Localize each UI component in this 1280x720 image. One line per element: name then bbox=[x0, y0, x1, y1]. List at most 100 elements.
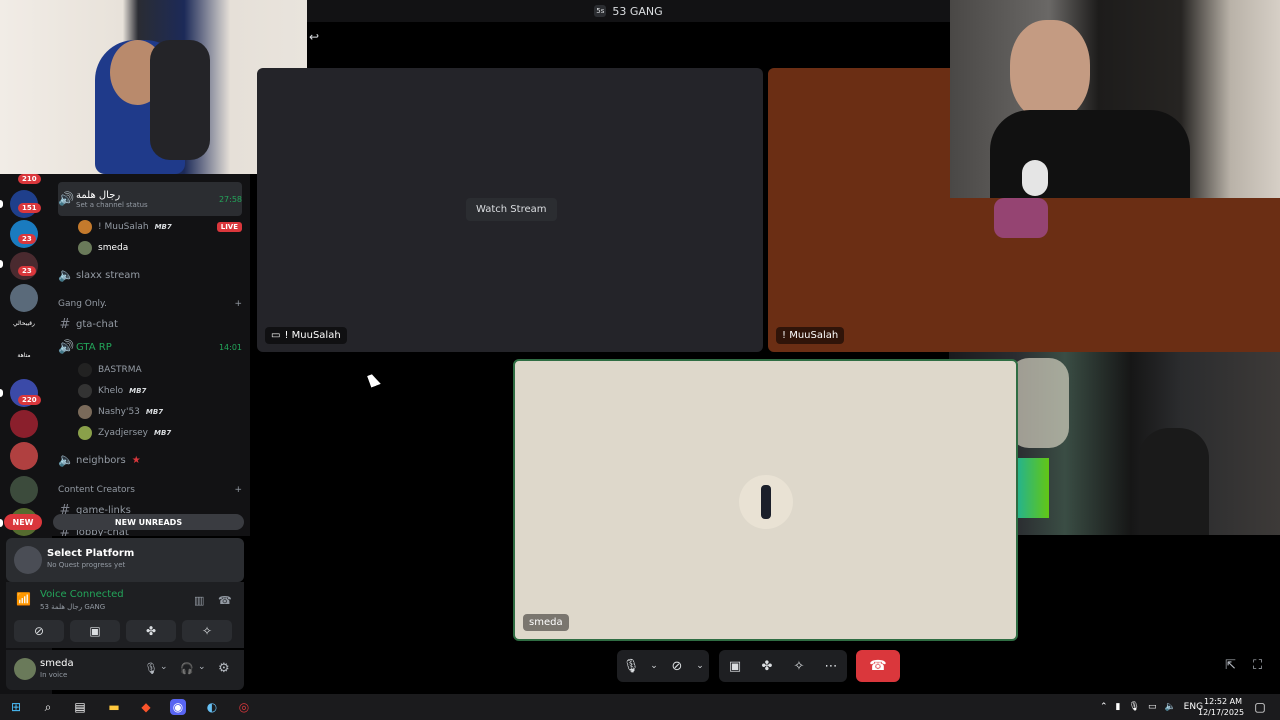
watch-stream-button[interactable]: Watch Stream bbox=[466, 198, 557, 221]
soundboard-button[interactable]: ✧ bbox=[783, 650, 815, 682]
fullscreen-icon[interactable]: ⛶ bbox=[1253, 658, 1262, 673]
microphone-icon[interactable]: 🎙 bbox=[144, 662, 158, 675]
microphone-icon[interactable]: 🎙 bbox=[1129, 702, 1140, 712]
quest-subtitle: No Quest progress yet bbox=[47, 561, 126, 569]
category-name: Gang Only. bbox=[58, 299, 107, 309]
voice-status[interactable]: Voice Connected bbox=[40, 589, 124, 600]
window-title-bar: 5s 53 GANG bbox=[307, 0, 950, 22]
voice-user-row[interactable]: Khelo MB7 bbox=[78, 384, 242, 398]
brave-browser-icon[interactable]: ◆ bbox=[138, 699, 154, 715]
task-view-icon[interactable]: ▤ bbox=[72, 699, 88, 715]
new-unreads-bar[interactable]: NEW UNREADS bbox=[53, 514, 244, 530]
text-channel[interactable]: # gta-chat bbox=[58, 317, 242, 332]
new-servers-pill[interactable]: NEW bbox=[4, 514, 42, 530]
gear-icon[interactable]: ⚙ bbox=[218, 661, 230, 676]
voice-channel-active[interactable]: 🔊 رجال هلمة Set a channel status 27:58 bbox=[58, 182, 242, 216]
tile-username: ! MuuSalah bbox=[284, 330, 341, 341]
voice-channel-name: رجال هلمة bbox=[76, 189, 121, 201]
channel-name: gta-chat bbox=[76, 319, 118, 330]
video-tile-3[interactable]: smeda bbox=[513, 359, 1018, 641]
add-channel-icon[interactable]: + bbox=[234, 299, 242, 309]
start-icon[interactable]: ⊞ bbox=[8, 699, 24, 715]
voice-timer: 27:58 bbox=[218, 194, 242, 204]
recording-app-icon[interactable]: ◎ bbox=[236, 699, 252, 715]
noise-suppression-icon[interactable]: ▥ bbox=[194, 594, 204, 607]
video-tile-2[interactable]: ! MuuSalah bbox=[768, 68, 950, 352]
user-name[interactable]: smeda bbox=[40, 658, 74, 669]
mention-badge: 23 bbox=[18, 266, 36, 276]
chevron-down-icon[interactable]: ⌄ bbox=[198, 662, 206, 672]
user-tag: MB7 bbox=[145, 408, 164, 416]
voice-channel-gta[interactable]: 🔊 GTA RP 14:01 bbox=[58, 340, 242, 355]
add-channel-icon[interactable]: + bbox=[234, 485, 242, 495]
microphone-button[interactable]: 🎙 bbox=[617, 650, 645, 682]
voice-user-row[interactable]: BASTRMA bbox=[78, 363, 242, 377]
camera-off-button[interactable]: ⊘ bbox=[14, 620, 64, 642]
user-tag: MB7 bbox=[129, 387, 147, 395]
unread-pill bbox=[0, 389, 3, 397]
voice-location[interactable]: 53 رجال هلمة GANG bbox=[40, 603, 105, 611]
windows-taskbar: ⊞ ⌕ ▤ ▬ ◆ ◉ ◐ ◎ ⌃ ▮ 🎙 ▭ 🔈 ENG 12:52 AM 1… bbox=[0, 694, 1280, 720]
channel-name: GTA RP bbox=[76, 342, 112, 353]
soundboard-button[interactable]: ✧ bbox=[182, 620, 232, 642]
chevron-down-icon[interactable]: ⌄ bbox=[645, 650, 663, 682]
voice-connected-panel: 📶 Voice Connected 53 رجال هلمة GANG ▥ ☎ … bbox=[6, 582, 244, 648]
unread-pill bbox=[0, 260, 3, 268]
clock[interactable]: 12:52 AM 12/17/2025 bbox=[1198, 696, 1244, 718]
notifications-icon[interactable]: ▢ bbox=[1252, 699, 1268, 715]
headphones-icon[interactable]: 🎧 bbox=[180, 662, 194, 675]
chevron-down-icon[interactable]: ⌄ bbox=[691, 650, 709, 682]
channel-status[interactable]: Set a channel status bbox=[76, 201, 148, 209]
chevron-up-icon[interactable]: ⌃ bbox=[1100, 702, 1108, 712]
network-icon[interactable]: ▭ bbox=[1148, 702, 1157, 712]
search-icon[interactable]: ⌕ bbox=[40, 699, 56, 715]
tile-username: smeda bbox=[529, 617, 563, 628]
file-explorer-icon[interactable]: ▬ bbox=[106, 699, 122, 715]
category-content-creators[interactable]: Content Creators + bbox=[58, 485, 242, 495]
activities-button[interactable]: ✤ bbox=[751, 650, 783, 682]
server-label[interactable]: متاهة bbox=[6, 352, 42, 359]
more-options-button[interactable]: ⋯ bbox=[815, 650, 847, 682]
battery-icon[interactable]: ▮ bbox=[1116, 702, 1121, 712]
voice-timer: 14:01 bbox=[218, 343, 242, 352]
voice-user-row[interactable]: smeda bbox=[78, 241, 242, 255]
voice-channel[interactable]: 🔈 neighbors ★ bbox=[58, 453, 242, 468]
voice-icon: 🔊 bbox=[58, 191, 75, 207]
signal-icon[interactable]: 📶 bbox=[16, 592, 31, 606]
tile-label: ! MuuSalah bbox=[776, 327, 845, 344]
server-icon-6[interactable] bbox=[10, 410, 38, 438]
server-label[interactable]: رقيبحالي bbox=[6, 320, 42, 327]
voice-icon: 🔊 bbox=[58, 340, 75, 355]
microphone-icon bbox=[1022, 160, 1048, 196]
stream-tile-1[interactable]: Watch Stream ▭ ! MuuSalah bbox=[257, 68, 763, 352]
steam-icon[interactable]: ◐ bbox=[204, 699, 220, 715]
popout-icon[interactable]: ⇱ bbox=[1225, 658, 1236, 673]
voice-channel[interactable]: 🔈 slaxx stream bbox=[58, 268, 242, 283]
voice-user-row[interactable]: Zyadjersey MB7 bbox=[78, 426, 242, 440]
voice-user-row[interactable]: Nashy'53 MB7 bbox=[78, 405, 242, 419]
volume-icon[interactable]: 🔈 bbox=[1164, 702, 1175, 712]
back-arrow-icon[interactable]: ↩ bbox=[309, 30, 319, 44]
server-icon-4[interactable] bbox=[10, 284, 38, 312]
server-icon: 5s bbox=[594, 5, 607, 17]
quest-panel[interactable]: Select Platform No Quest progress yet bbox=[6, 538, 244, 582]
screen-share-button[interactable]: ▣ bbox=[70, 620, 120, 642]
avatar bbox=[739, 475, 793, 529]
discord-icon[interactable]: ◉ bbox=[170, 699, 186, 715]
activities-button[interactable]: ✤ bbox=[126, 620, 176, 642]
server-icon-7[interactable] bbox=[10, 442, 38, 470]
voice-user-name: Zyadjersey bbox=[98, 428, 149, 438]
screen-share-button[interactable]: ▣ bbox=[719, 650, 751, 682]
disconnect-icon[interactable]: ☎ bbox=[218, 594, 232, 607]
avatar[interactable] bbox=[14, 658, 36, 680]
category-gang-only[interactable]: Gang Only. + bbox=[58, 299, 242, 309]
channel-name: neighbors bbox=[76, 455, 126, 466]
voice-user-name: Khelo bbox=[98, 386, 124, 396]
user-status: In voice bbox=[40, 671, 68, 679]
voice-user-row[interactable]: ! MuuSalah MB7 LIVE bbox=[78, 220, 242, 234]
person-head bbox=[1010, 20, 1090, 120]
camera-off-button[interactable]: ⊘ bbox=[663, 650, 691, 682]
chevron-down-icon[interactable]: ⌄ bbox=[160, 662, 168, 672]
disconnect-call-button[interactable]: ☎ bbox=[856, 650, 900, 682]
server-icon-8[interactable] bbox=[10, 476, 38, 504]
